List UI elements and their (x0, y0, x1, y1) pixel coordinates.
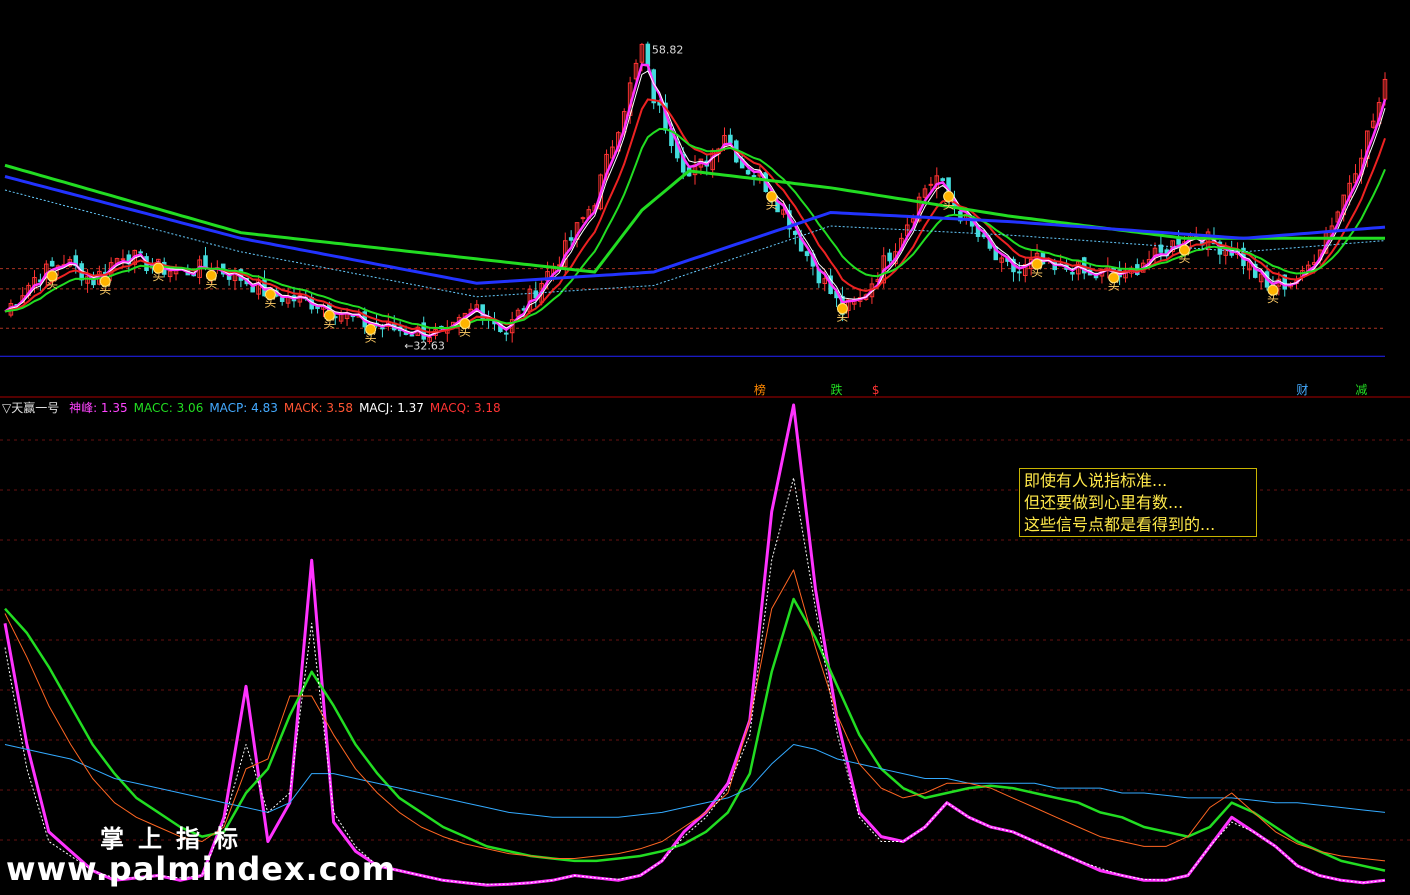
candle-body (1017, 271, 1022, 274)
watermark-url: www.palmindex.com (6, 850, 397, 888)
candle-body (138, 251, 143, 254)
buy-signal-dot (46, 270, 58, 282)
legend-item-2: MACP: 4.83 (209, 401, 278, 415)
candle-body (279, 297, 285, 302)
low-price-label: ←32.63 (404, 340, 445, 353)
bottom-signal-label: 榜 (754, 382, 766, 397)
note-line-2: 但还要做到心里有数... (1024, 493, 1184, 512)
buy-signal-dot (99, 275, 111, 287)
buy-signal-dot (152, 262, 164, 274)
candle-body (120, 258, 126, 261)
chart-background (0, 0, 1410, 895)
high-price-label: 58.82 (652, 43, 684, 56)
buy-signal-dot (1178, 244, 1190, 256)
candle-body (728, 134, 733, 144)
buy-signal-dot (943, 190, 955, 202)
candle-body (751, 175, 757, 178)
candle-body (645, 43, 651, 67)
candle-body (409, 334, 415, 337)
bottom-signal-label: $ (872, 383, 880, 397)
candle-body (568, 237, 574, 241)
indicator-values: 神峰: 1.35 MACC: 3.06 MACP: 4.83 MACK: 3.58 MA… (69, 401, 507, 415)
candle-body (1070, 272, 1075, 275)
bottom-signal-label: 跌 (831, 382, 843, 397)
candle-body (792, 230, 798, 235)
buy-signal-dot (766, 190, 778, 202)
stock-chart[interactable]: 买买买买买买买 买买买买买买买买58.82←32.63榜跌 $ 财减 (0, 0, 1410, 895)
note-line-3: 这些信号点都是看得到的... (1024, 515, 1216, 534)
candle-body (49, 260, 55, 267)
legend-item-4: MACJ: 1.37 (359, 401, 424, 415)
bottom-signal-label: 财 (1296, 383, 1308, 397)
candle-body (804, 251, 810, 257)
info-note-box: 即使有人说指标准... 但还要做到心里有数... 这些信号点都是看得到的... (1019, 468, 1257, 537)
legend-item-1: MACC: 3.06 (133, 401, 204, 415)
bottom-signal-label: 减 (1355, 383, 1367, 397)
buy-signal-dot (1108, 272, 1120, 284)
candle-body (380, 327, 385, 330)
legend-item-0: 神峰: 1.35 (69, 401, 128, 415)
watermark-title: 掌上指标 (100, 825, 252, 853)
buy-signal-dot (205, 269, 217, 281)
candle-body (580, 217, 586, 220)
candle-body (504, 332, 509, 335)
buy-signal-dot (323, 309, 335, 321)
buy-signal-dot (1267, 284, 1279, 296)
note-line-1: 即使有人说指标准... (1024, 471, 1168, 490)
buy-signal-dot (264, 289, 276, 301)
buy-signal-dot (836, 303, 848, 315)
candle-body (928, 183, 934, 186)
indicator-name[interactable]: ▽天赢一号 (2, 401, 59, 415)
legend-item-3: MACK: 3.58 (283, 401, 354, 415)
candle-body (250, 286, 255, 293)
buy-signal-dot (365, 323, 377, 335)
buy-signal-dot (1031, 258, 1043, 270)
legend-item-5: MACQ: 3.18 (429, 401, 501, 415)
candle-body (887, 252, 892, 262)
buy-signal-dot (459, 318, 471, 330)
indicator-legend: ▽天赢一号 神峰: 1.35 MACC: 3.06 MACP: 4.83 MACK: … (2, 399, 513, 415)
candle-body (940, 178, 945, 181)
candle-body (745, 170, 751, 175)
